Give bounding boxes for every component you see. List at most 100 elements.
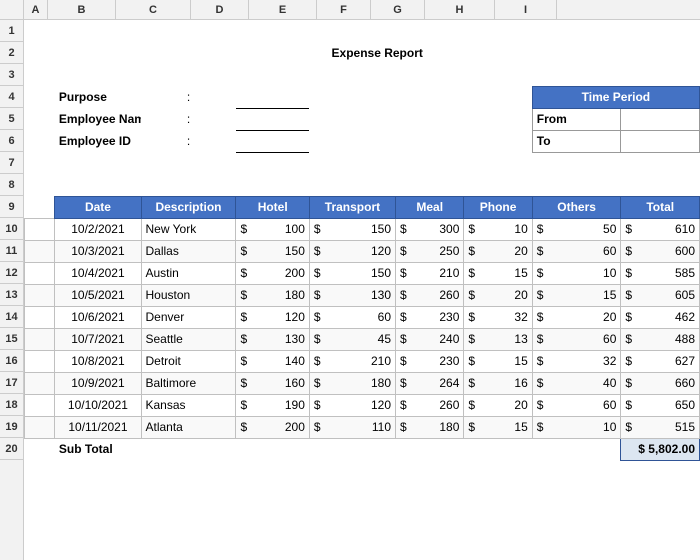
col-transport-header: Transport xyxy=(309,196,395,218)
subtotal-value: $ 5,802.00 xyxy=(621,438,700,460)
desc-cell: Houston xyxy=(141,284,236,306)
row-number-14: 14 xyxy=(0,306,23,328)
subtotal-label: Sub Total xyxy=(55,438,141,460)
row-4-purpose: Purpose : Time Period xyxy=(25,86,700,108)
employee-id-label: Employee ID xyxy=(55,130,141,152)
col-header-h: H xyxy=(425,0,495,19)
col-header-d: D xyxy=(191,0,249,19)
table-row: 10/4/2021Austin$200$150$210$15$10$585 xyxy=(25,262,700,284)
table-row: 10/10/2021Kansas$190$120$260$20$60$650 xyxy=(25,394,700,416)
row-number-16: 16 xyxy=(0,350,23,372)
time-period-header: Time Period xyxy=(532,86,699,108)
row-number-15: 15 xyxy=(0,328,23,350)
date-cell: 10/4/2021 xyxy=(55,262,141,284)
desc-cell: Kansas xyxy=(141,394,236,416)
col-meal-header: Meal xyxy=(396,196,464,218)
table-row: 10/11/2021Atlanta$200$110$180$15$10$515 xyxy=(25,416,700,438)
desc-cell: New York xyxy=(141,218,236,240)
desc-cell: Baltimore xyxy=(141,372,236,394)
row-number-4: 4 xyxy=(0,86,23,108)
col-header-i: I xyxy=(495,0,557,19)
spreadsheet: A B C D E F G H I 1234567891011121314151… xyxy=(0,0,700,560)
col-date-header: Date xyxy=(55,196,141,218)
desc-cell: Detroit xyxy=(141,350,236,372)
from-label: From xyxy=(532,108,621,130)
row-number-1: 1 xyxy=(0,20,23,42)
row-9-headers: Date Description Hotel Transport Meal Ph… xyxy=(25,196,700,218)
row-number-18: 18 xyxy=(0,394,23,416)
row-3 xyxy=(25,64,700,86)
empname-colon: : xyxy=(141,108,236,130)
row-2-title: Expense Report xyxy=(25,42,700,64)
date-cell: 10/10/2021 xyxy=(55,394,141,416)
desc-cell: Dallas xyxy=(141,240,236,262)
row-7 xyxy=(25,152,700,174)
date-cell: 10/11/2021 xyxy=(55,416,141,438)
table-row: 10/5/2021Houston$180$130$260$20$15$605 xyxy=(25,284,700,306)
row-8 xyxy=(25,174,700,196)
report-title: Expense Report xyxy=(55,42,700,64)
row-number-10: 10 xyxy=(0,218,23,240)
row-5-empname: Employee Name : From xyxy=(25,108,700,130)
row-number-8: 8 xyxy=(0,174,23,196)
col-hotel-header: Hotel xyxy=(236,196,309,218)
desc-cell: Atlanta xyxy=(141,416,236,438)
row-number-7: 7 xyxy=(0,152,23,174)
row-number-2: 2 xyxy=(0,42,23,64)
col-header-c: C xyxy=(116,0,191,19)
col-others-header: Others xyxy=(532,196,621,218)
col-desc-header: Description xyxy=(141,196,236,218)
grid-content: Expense Report Purpose : Tim xyxy=(24,20,700,560)
col-header-e: E xyxy=(249,0,317,19)
date-cell: 10/9/2021 xyxy=(55,372,141,394)
employee-name-label: Employee Name xyxy=(55,108,141,130)
col-phone-header: Phone xyxy=(464,196,532,218)
row-numbers: 1234567891011121314151617181920 xyxy=(0,20,24,560)
purpose-label: Purpose xyxy=(55,86,141,108)
col-header-g: G xyxy=(371,0,425,19)
sheet-table: Expense Report Purpose : Tim xyxy=(24,20,700,461)
row-number-5: 5 xyxy=(0,108,23,130)
table-row: 10/8/2021Detroit$140$210$230$15$32$627 xyxy=(25,350,700,372)
date-cell: 10/8/2021 xyxy=(55,350,141,372)
row-6-empid: Employee ID : To xyxy=(25,130,700,152)
row-number-17: 17 xyxy=(0,372,23,394)
spreadsheet-body: 1234567891011121314151617181920 xyxy=(0,20,700,560)
to-value[interactable] xyxy=(621,130,700,152)
date-cell: 10/5/2021 xyxy=(55,284,141,306)
employee-name-value[interactable] xyxy=(236,108,309,130)
row-subtotal: Sub Total $ 5,802.00 xyxy=(25,438,700,460)
date-cell: 10/3/2021 xyxy=(55,240,141,262)
col-header-b: B xyxy=(48,0,116,19)
col-header-a: A xyxy=(24,0,48,19)
corner-cell xyxy=(0,0,24,19)
desc-cell: Denver xyxy=(141,306,236,328)
row-1 xyxy=(25,20,700,42)
row-number-3: 3 xyxy=(0,64,23,86)
row-number-13: 13 xyxy=(0,284,23,306)
table-row: 10/3/2021Dallas$150$120$250$20$60$600 xyxy=(25,240,700,262)
desc-cell: Seattle xyxy=(141,328,236,350)
date-cell: 10/2/2021 xyxy=(55,218,141,240)
col-header-f: F xyxy=(317,0,371,19)
table-row: 10/2/2021New York$100$150$300$10$50$610 xyxy=(25,218,700,240)
to-label: To xyxy=(532,130,621,152)
empid-colon: : xyxy=(141,130,236,152)
desc-cell: Austin xyxy=(141,262,236,284)
table-row: 10/9/2021Baltimore$160$180$264$16$40$660 xyxy=(25,372,700,394)
purpose-value[interactable] xyxy=(236,86,309,108)
row-number-19: 19 xyxy=(0,416,23,438)
employee-id-value[interactable] xyxy=(236,130,309,152)
purpose-colon: : xyxy=(141,86,236,108)
table-row: 10/6/2021Denver$120$60$230$32$20$462 xyxy=(25,306,700,328)
column-headers: A B C D E F G H I xyxy=(0,0,700,20)
row-number-12: 12 xyxy=(0,262,23,284)
row-number-20: 20 xyxy=(0,438,23,460)
row-number-11: 11 xyxy=(0,240,23,262)
row-number-6: 6 xyxy=(0,130,23,152)
row-number-9: 9 xyxy=(0,196,23,218)
date-cell: 10/6/2021 xyxy=(55,306,141,328)
col-total-header: Total xyxy=(621,196,700,218)
from-value[interactable] xyxy=(621,108,700,130)
date-cell: 10/7/2021 xyxy=(55,328,141,350)
